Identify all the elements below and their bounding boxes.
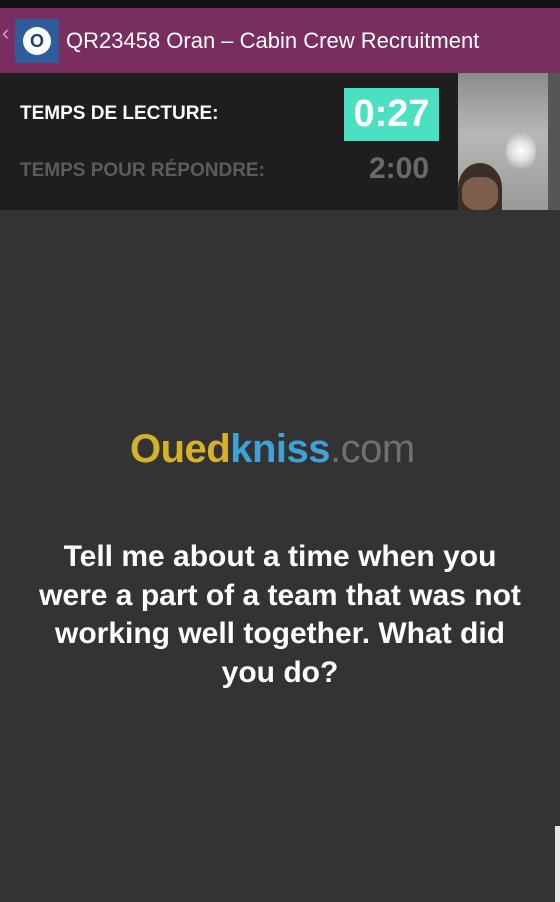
interview-question: Tell me about a time when you were a par…: [39, 540, 521, 689]
app-logo-icon: O: [15, 19, 59, 63]
answer-time-label: TEMPS POUR RÉPONDRE:: [20, 160, 265, 181]
answer-time-value: 2:00: [369, 152, 430, 185]
camera-edge-shadow: [548, 73, 560, 210]
chevron-left-icon[interactable]: ‹: [2, 22, 9, 44]
watermark-part-kniss: kniss: [230, 427, 331, 471]
app-title: QR23458 Oran – Cabin Crew Recruitment: [66, 28, 480, 53]
camera-light-glow: [506, 131, 536, 171]
scrollbar-thumb[interactable]: [555, 826, 560, 902]
app-bar: ‹ O QR23458 Oran – Cabin Crew Recruitmen…: [0, 8, 560, 73]
reading-time-countdown: 0:27: [344, 88, 439, 141]
reading-time-label: TEMPS DE LECTURE:: [20, 103, 219, 124]
camera-preview: [458, 73, 560, 210]
watermark-logo: Ouedkniss.com: [130, 427, 415, 472]
timer-panel: TEMPS DE LECTURE: 0:27 TEMPS POUR RÉPOND…: [0, 73, 458, 210]
watermark-part-oued: Oued: [130, 427, 231, 471]
status-bar: [0, 0, 560, 8]
app-logo-letter: O: [23, 27, 51, 55]
watermark-part-com: .com: [330, 427, 415, 471]
camera-person-face: [462, 177, 498, 210]
